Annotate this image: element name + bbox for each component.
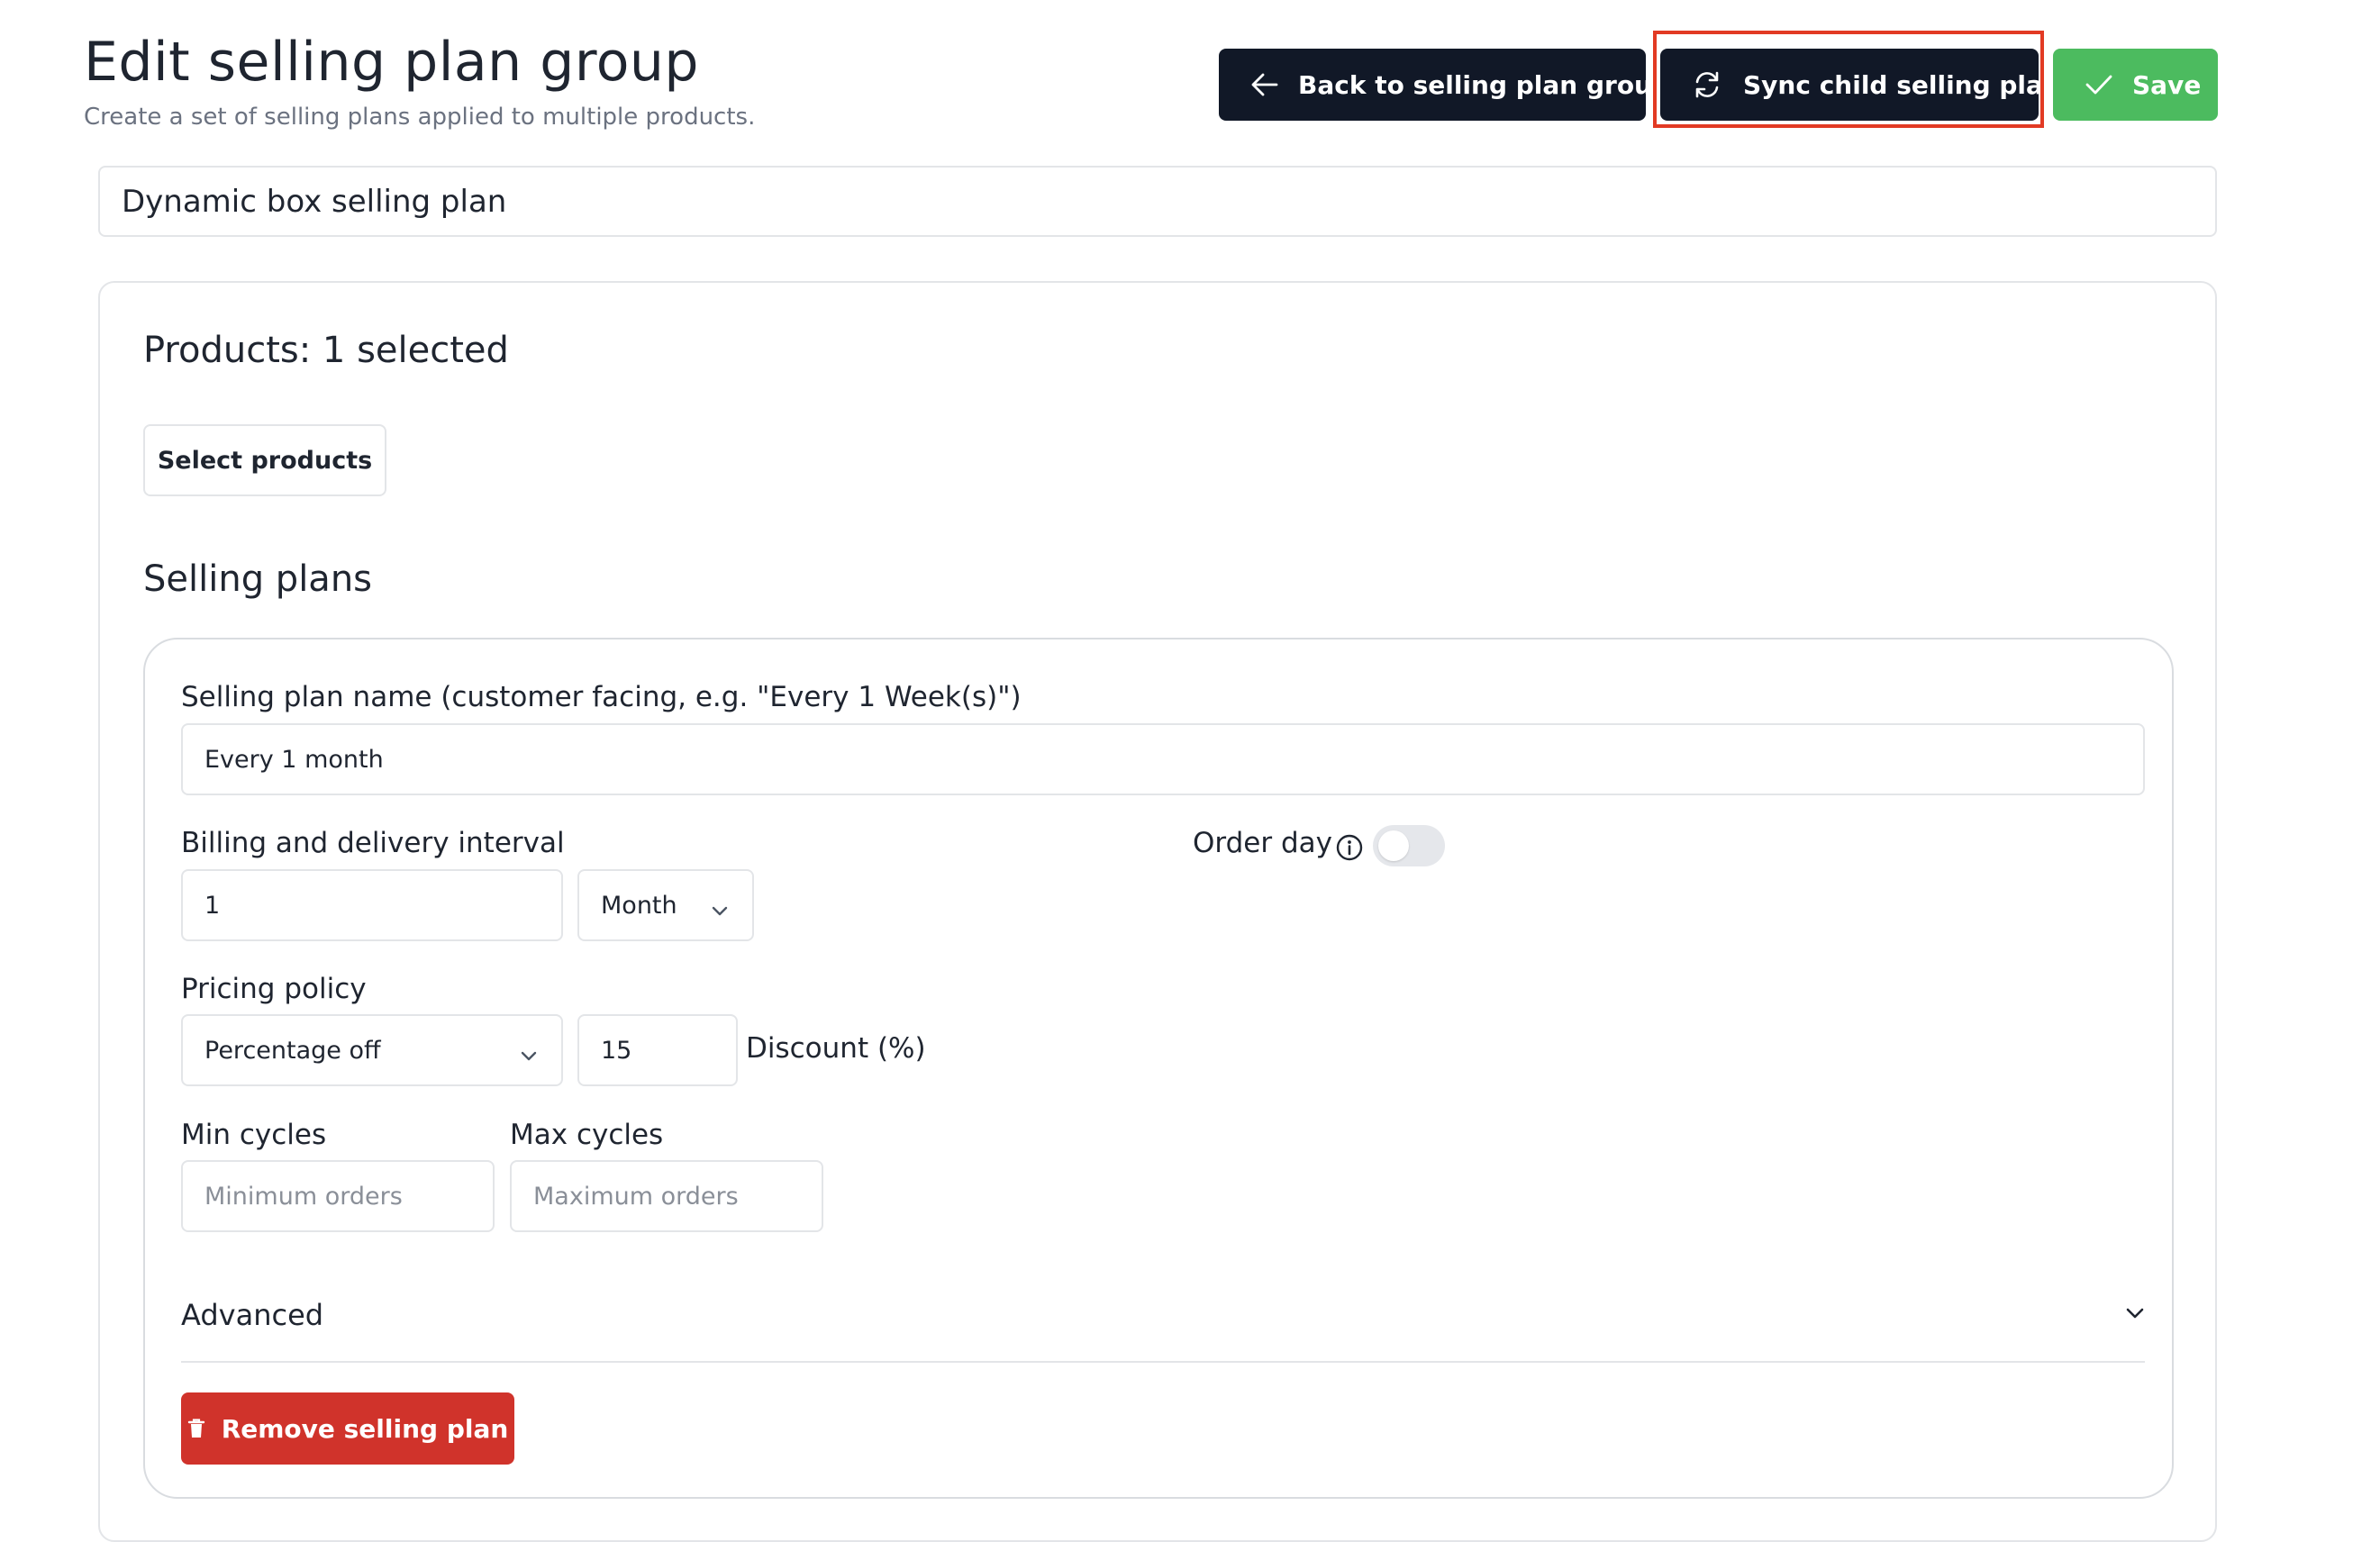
select-products-button[interactable]: Select products: [143, 424, 386, 496]
remove-selling-plan-button[interactable]: Remove selling plan: [181, 1392, 514, 1465]
save-button[interactable]: Save: [2053, 49, 2218, 121]
sync-button-highlight: [1653, 31, 2044, 128]
pricing-policy-select[interactable]: Percentage off: [181, 1014, 563, 1086]
save-button-label: Save: [2132, 69, 2202, 100]
products-heading: Products: 1 selected: [143, 330, 509, 371]
advanced-toggle[interactable]: Advanced: [181, 1279, 2145, 1351]
billing-interval-input[interactable]: [181, 869, 563, 941]
interval-unit-select[interactable]: Month: [577, 869, 754, 941]
min-cycles-input[interactable]: [181, 1160, 495, 1232]
pricing-policy-value: Percentage off: [204, 1036, 381, 1065]
remove-selling-plan-label: Remove selling plan: [221, 1413, 509, 1444]
advanced-divider: [181, 1361, 2145, 1363]
back-button-label: Back to selling plan groups: [1298, 69, 1685, 100]
chevron-down-icon: [711, 896, 729, 924]
page-subtitle: Create a set of selling plans applied to…: [84, 104, 756, 131]
trash-icon: [187, 1418, 205, 1439]
info-icon[interactable]: [1335, 833, 1364, 866]
chevron-down-icon: [2125, 1306, 2145, 1323]
pricing-policy-label: Pricing policy: [181, 973, 367, 1005]
selling-plan-group-name-input[interactable]: [98, 166, 2217, 237]
arrow-left-icon: [1251, 73, 1278, 96]
chevron-down-icon: [520, 1041, 538, 1069]
max-cycles-label: Max cycles: [510, 1119, 664, 1151]
billing-interval-label: Billing and delivery interval: [181, 827, 565, 859]
advanced-label: Advanced: [181, 1298, 324, 1332]
selling-plan-name-label: Selling plan name (customer facing, e.g.…: [181, 681, 1022, 713]
order-day-label: Order day: [1193, 827, 1332, 859]
back-to-selling-plan-groups-button[interactable]: Back to selling plan groups: [1219, 49, 1685, 121]
order-day-toggle[interactable]: [1373, 825, 1445, 866]
min-cycles-label: Min cycles: [181, 1119, 327, 1151]
page-title: Edit selling plan group: [84, 31, 700, 94]
selling-plans-heading: Selling plans: [143, 558, 373, 600]
selling-plan-name-input[interactable]: [181, 723, 2145, 795]
max-cycles-input[interactable]: [510, 1160, 823, 1232]
check-icon: [2085, 74, 2112, 95]
toggle-knob: [1378, 830, 1409, 861]
interval-unit-value: Month: [601, 891, 677, 920]
discount-label: Discount (%): [746, 1032, 926, 1065]
discount-input[interactable]: [577, 1014, 738, 1086]
edit-selling-plan-group-page: Edit selling plan group Create a set of …: [0, 0, 2380, 1542]
